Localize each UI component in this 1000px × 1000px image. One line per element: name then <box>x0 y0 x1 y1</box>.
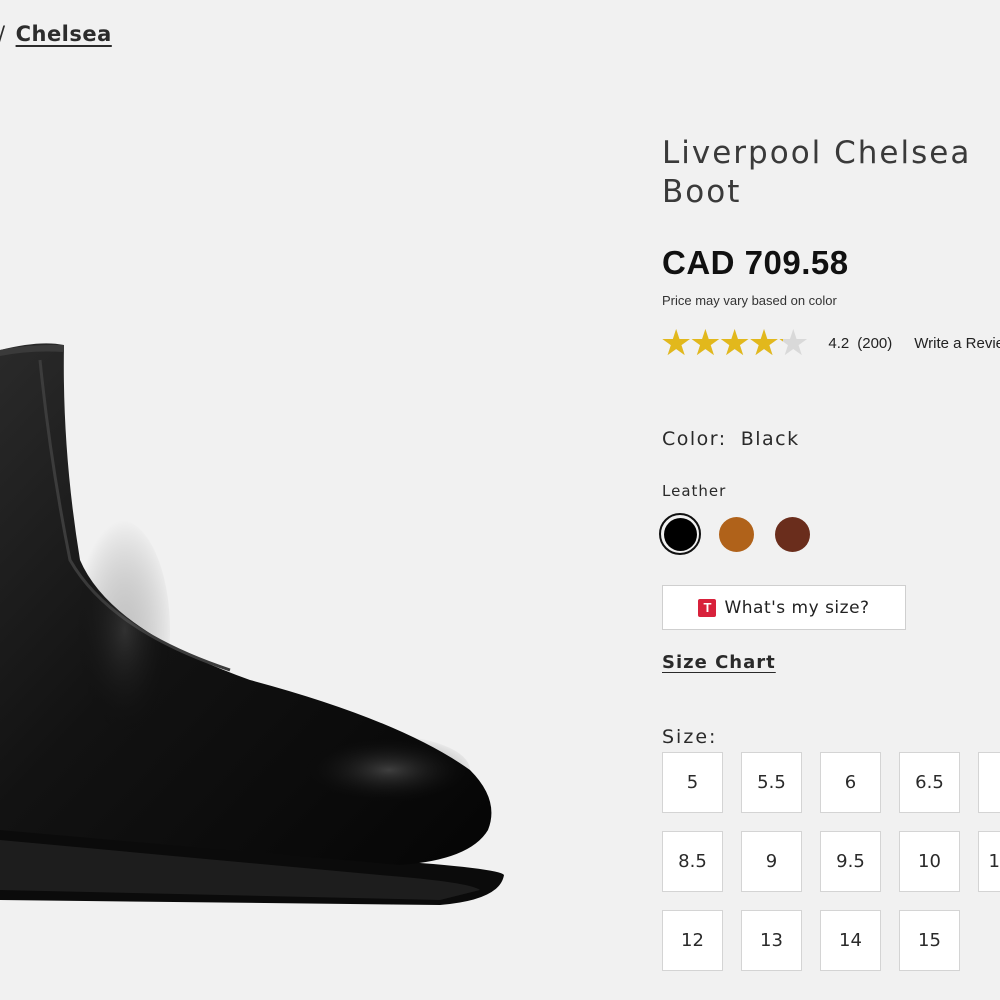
product-price: CAD 709.58 <box>662 244 849 281</box>
size-option-6[interactable]: 6 <box>820 752 881 813</box>
color-swatches <box>659 513 813 555</box>
size-option-10[interactable]: 10 <box>899 831 960 892</box>
color-value: Black <box>740 428 800 450</box>
rating-value: 4.2 <box>828 334 850 352</box>
star-rating-filled: ★★★★★ <box>660 324 783 362</box>
size-option-14[interactable]: 14 <box>820 910 881 971</box>
size-option-6-5[interactable]: 6.5 <box>899 752 960 813</box>
size-option-8-5[interactable]: 8.5 <box>662 831 723 892</box>
product-title: Liverpool Chelsea Boot <box>662 135 972 210</box>
color-swatch-walnut[interactable] <box>715 513 757 555</box>
whats-my-size-label: What's my size? <box>724 597 870 618</box>
size-chart-link[interactable]: Size Chart <box>662 652 776 673</box>
color-swatch-brown[interactable] <box>771 513 813 555</box>
rating-count[interactable]: (200) <box>857 335 892 352</box>
product-image <box>0 343 504 905</box>
breadcrumb-separator: / <box>0 22 6 46</box>
breadcrumb: / Chelsea <box>0 22 112 46</box>
color-swatch-fill <box>718 516 754 552</box>
size-label: Size: <box>662 726 718 748</box>
price-note: Price may vary based on color <box>662 293 837 308</box>
size-option-9-5[interactable]: 9.5 <box>820 831 881 892</box>
write-review-link[interactable]: Write a Review <box>914 335 1000 352</box>
brand-logo-icon: T <box>698 598 717 617</box>
rating-row: ★★★★★ ★★★★★ 4.2 (200) Write a Review <box>660 324 1000 362</box>
star-rating[interactable]: ★★★★★ ★★★★★ <box>660 324 809 362</box>
breadcrumb-link-chelsea[interactable]: Chelsea <box>16 22 112 46</box>
material-label: Leather <box>662 482 727 500</box>
color-swatch-fill <box>774 516 810 552</box>
product-page: / Chelsea Liverpool Chelsea Boot CAD 709.… <box>0 0 1000 1000</box>
color-selection: Color: Black <box>662 428 800 450</box>
color-swatch-fill <box>663 517 697 551</box>
size-option-5-5[interactable]: 5.5 <box>741 752 802 813</box>
color-swatch-black[interactable] <box>659 513 701 555</box>
size-option-15[interactable]: 15 <box>899 910 960 971</box>
size-option-7[interactable]: 7 <box>978 752 1000 813</box>
size-grid: 5 5.5 6 6.5 7 8.5 9 9.5 10 10.5 12 13 14 15 <box>662 752 1000 971</box>
size-option-12[interactable]: 12 <box>662 910 723 971</box>
size-option-13[interactable]: 13 <box>741 910 802 971</box>
whats-my-size-button[interactable]: T What's my size? <box>662 585 906 630</box>
size-option-5[interactable]: 5 <box>662 752 723 813</box>
size-option-9[interactable]: 9 <box>741 831 802 892</box>
size-option-10-5[interactable]: 10.5 <box>978 831 1000 892</box>
color-label: Color: <box>662 428 727 450</box>
